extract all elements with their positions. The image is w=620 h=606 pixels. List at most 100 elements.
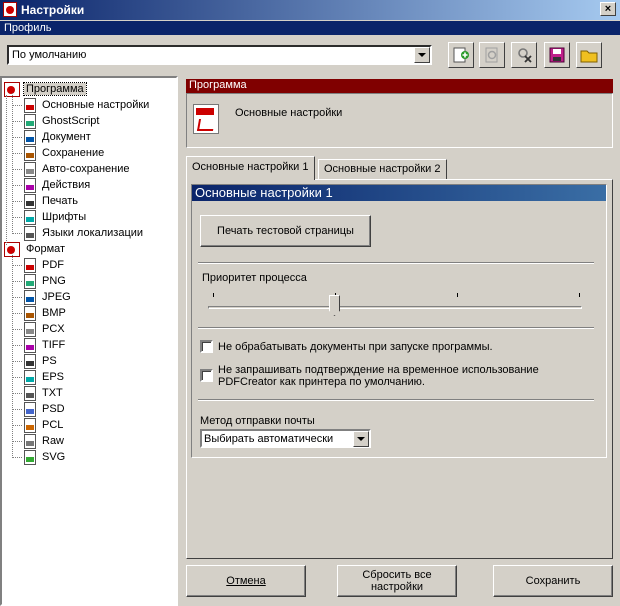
pdf-settings-icon: [193, 104, 219, 134]
tree-item-label: PCX: [42, 323, 65, 335]
tree-format-tiff[interactable]: TIFF: [22, 337, 67, 353]
tree-item-5[interactable]: Действия: [22, 177, 92, 193]
profile-select[interactable]: По умолчанию: [7, 45, 432, 65]
tree-item-1[interactable]: GhostScript: [22, 113, 101, 129]
tree-line: [12, 137, 22, 138]
settings-icon: [24, 97, 36, 113]
section-info: Основные настройки: [186, 93, 613, 148]
tree-item-label: TXT: [42, 387, 63, 399]
mail-method-select[interactable]: Выбирать автоматически: [200, 429, 371, 448]
tree-item-8[interactable]: Языки локализации: [22, 225, 145, 241]
close-button[interactable]: ×: [600, 2, 616, 16]
close-icon: ×: [604, 3, 612, 15]
tree-line: [12, 105, 22, 106]
tree-format-jpeg[interactable]: JPEG: [22, 289, 73, 305]
tree-item-label: Основные настройки: [42, 99, 150, 111]
cancel-button[interactable]: Отмена: [186, 565, 306, 597]
file-eps-icon: [24, 369, 36, 385]
chevron-down-icon[interactable]: [414, 47, 430, 63]
tab-general-2[interactable]: Основные настройки 2: [318, 159, 447, 179]
priority-slider-track[interactable]: [208, 306, 582, 309]
tree-item-label: Шрифты: [42, 211, 87, 223]
window-title: Настройки: [21, 3, 85, 17]
tree-line: [12, 457, 22, 458]
slider-tick: [213, 293, 214, 297]
tree-line: [12, 201, 22, 202]
no-default-printer-confirm-label: Не запрашивать подтверждение на временно…: [218, 364, 539, 376]
slider-tick: [579, 293, 580, 297]
rename-profile-button[interactable]: [479, 42, 505, 68]
tree-item-label: Raw: [42, 435, 65, 447]
tree-format-ps[interactable]: PS: [22, 353, 59, 369]
settings-icon: [24, 209, 36, 225]
tree-node-format[interactable]: Формат: [4, 241, 67, 257]
settings-icon: [24, 145, 36, 161]
group-title: Основные настройки 1: [192, 185, 606, 201]
add-profile-button[interactable]: [448, 42, 474, 68]
tree-format-txt[interactable]: TXT: [22, 385, 65, 401]
tree-format-pcx[interactable]: PCX: [22, 321, 67, 337]
no-default-printer-confirm-label-2: PDFCreator как принтера по умолчанию.: [218, 376, 425, 388]
tree-format-pcl[interactable]: PCL: [22, 417, 65, 433]
folder-icon: [580, 50, 598, 63]
tree-item-label: Действия: [42, 179, 91, 191]
tree-line: [12, 441, 22, 442]
tree-line: [12, 297, 22, 298]
tree-line: [12, 281, 22, 282]
tree-item-label: PS: [42, 355, 57, 367]
tree-line: [12, 253, 13, 458]
tree-item-label: GhostScript: [42, 115, 100, 127]
tree-item-label: Программа: [23, 82, 87, 96]
tree-line: [12, 153, 22, 154]
tree-line: [12, 185, 22, 186]
tree-item-label: EPS: [42, 371, 65, 383]
tree-format-psd[interactable]: PSD: [22, 401, 67, 417]
tree-line: [12, 329, 22, 330]
save-profile-button[interactable]: [544, 42, 570, 68]
settings-tree[interactable]: Программа Основные настройки GhostScript До…: [0, 76, 178, 606]
tree-line: [6, 95, 7, 245]
tree-item-label: Сохранение: [42, 147, 105, 159]
section-header: Программа: [186, 79, 613, 93]
skip-startup-docs-label: Не обрабатывать документы при запуске пр…: [218, 341, 493, 353]
save-profile-icon: [549, 47, 565, 63]
tree-item-label: PCL: [42, 419, 64, 431]
settings-icon: [24, 113, 36, 129]
file-psd-icon: [24, 401, 36, 417]
skip-startup-docs-checkbox[interactable]: [200, 340, 213, 353]
tree-item-6[interactable]: Печать: [22, 193, 80, 209]
tree-item-0[interactable]: Основные настройки: [22, 97, 151, 113]
chevron-down-icon[interactable]: [353, 431, 369, 447]
tree-item-7[interactable]: Шрифты: [22, 209, 88, 225]
tree-line: [12, 169, 22, 170]
tree-format-eps[interactable]: EPS: [22, 369, 66, 385]
tab-general-1[interactable]: Основные настройки 1: [186, 156, 315, 180]
tree-node-program[interactable]: Программа: [4, 81, 87, 97]
tree-item-label: JPEG: [42, 291, 71, 303]
tree-item-3[interactable]: Сохранение: [22, 145, 106, 161]
title-bar: Настройки ×: [0, 0, 620, 20]
tree-item-label: Документ: [42, 131, 91, 143]
tree-line: [12, 93, 13, 234]
tree-format-bmp[interactable]: BMP: [22, 305, 68, 321]
tree-item-2[interactable]: Документ: [22, 129, 93, 145]
settings-icon: [24, 225, 36, 241]
file-svg-icon: [24, 449, 36, 465]
tree-line: [12, 217, 22, 218]
no-default-printer-confirm-checkbox[interactable]: [200, 369, 213, 382]
tree-line: [12, 121, 22, 122]
tree-format-svg[interactable]: SVG: [22, 449, 67, 465]
delete-profile-button[interactable]: [511, 42, 537, 68]
print-test-page-button[interactable]: Печать тестовой страницы: [200, 215, 371, 247]
profile-select-value: По умолчанию: [12, 49, 87, 61]
tree-format-pdf[interactable]: PDF: [22, 257, 66, 273]
save-button[interactable]: Сохранить: [493, 565, 613, 597]
load-profile-button[interactable]: [576, 42, 602, 68]
tree-item-label: Языки локализации: [42, 227, 144, 239]
tree-format-raw[interactable]: Raw: [22, 433, 66, 449]
tree-format-png[interactable]: PNG: [22, 273, 68, 289]
settings-icon: [24, 161, 36, 177]
reset-settings-button[interactable]: Сбросить все настройки: [337, 565, 457, 597]
tree-item-4[interactable]: Авто-сохранение: [22, 161, 132, 177]
divider: [198, 262, 594, 264]
